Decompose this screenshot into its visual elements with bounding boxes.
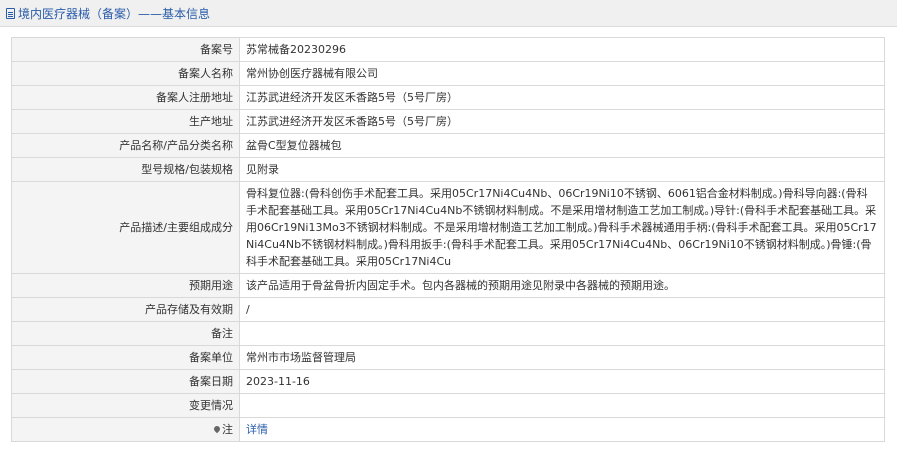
row-label: 变更情况	[11, 393, 240, 418]
table-row: 产品描述/主要组成成分 骨科复位器:(骨科创伤手术配套工具。采用05Cr17Ni…	[11, 181, 885, 274]
note-row: 注 详情	[11, 417, 885, 442]
table-row: 变更情况	[11, 393, 885, 418]
row-value: 2023-11-16	[239, 369, 885, 394]
table-row: 产品存储及有效期 /	[11, 297, 885, 322]
row-value: 盆骨C型复位器械包	[239, 133, 885, 158]
document-icon	[6, 7, 15, 19]
pin-icon	[212, 424, 222, 434]
note-label: 注	[222, 423, 233, 436]
page-title: 境内医疗器械（备案）——基本信息	[18, 6, 211, 21]
row-value: 骨科复位器:(骨科创伤手术配套工具。采用05Cr17Ni4Cu4Nb、06Cr1…	[239, 181, 885, 274]
row-label: 备注	[11, 321, 240, 346]
row-value: 常州协创医疗器械有限公司	[239, 61, 885, 86]
info-table: 备案号 苏常械备20230296 备案人名称 常州协创医疗器械有限公司 备案人注…	[11, 37, 885, 442]
table-row: 备案单位 常州市市场监督管理局	[11, 345, 885, 370]
note-value-cell: 详情	[239, 417, 885, 442]
row-value: 见附录	[239, 157, 885, 182]
page: 境内医疗器械（备案）——基本信息 备案号 苏常械备20230296 备案人名称 …	[0, 0, 897, 473]
table-row: 备案日期 2023-11-16	[11, 369, 885, 394]
row-value: 苏常械备20230296	[239, 37, 885, 62]
row-value: 江苏武进经济开发区禾香路5号（5号厂房）	[239, 85, 885, 110]
row-value: 江苏武进经济开发区禾香路5号（5号厂房）	[239, 109, 885, 134]
row-value: 该产品适用于骨盆骨折内固定手术。包内各器械的预期用途见附录中各器械的预期用途。	[239, 273, 885, 298]
row-label: 备案号	[11, 37, 240, 62]
table-row: 备案号 苏常械备20230296	[11, 37, 885, 62]
row-value	[239, 393, 885, 418]
row-label: 产品描述/主要组成成分	[11, 181, 240, 274]
row-label: 产品存储及有效期	[11, 297, 240, 322]
row-label: 产品名称/产品分类名称	[11, 133, 240, 158]
row-label: 备案人注册地址	[11, 85, 240, 110]
table-row: 产品名称/产品分类名称 盆骨C型复位器械包	[11, 133, 885, 158]
row-label: 备案单位	[11, 345, 240, 370]
table-row: 备案人注册地址 江苏武进经济开发区禾香路5号（5号厂房）	[11, 85, 885, 110]
table-row: 生产地址 江苏武进经济开发区禾香路5号（5号厂房）	[11, 109, 885, 134]
row-label: 备案人名称	[11, 61, 240, 86]
note-label-cell: 注	[11, 417, 240, 442]
row-value: /	[239, 297, 885, 322]
row-label: 备案日期	[11, 369, 240, 394]
row-value	[239, 321, 885, 346]
row-label: 预期用途	[11, 273, 240, 298]
row-label: 型号规格/包装规格	[11, 157, 240, 182]
table-row: 型号规格/包装规格 见附录	[11, 157, 885, 182]
table-row: 备案人名称 常州协创医疗器械有限公司	[11, 61, 885, 86]
row-value: 常州市市场监督管理局	[239, 345, 885, 370]
detail-link[interactable]: 详情	[246, 423, 268, 436]
table-row: 预期用途 该产品适用于骨盆骨折内固定手术。包内各器械的预期用途见附录中各器械的预…	[11, 273, 885, 298]
table-row: 备注	[11, 321, 885, 346]
row-label: 生产地址	[11, 109, 240, 134]
page-header: 境内医疗器械（备案）——基本信息	[0, 0, 897, 27]
